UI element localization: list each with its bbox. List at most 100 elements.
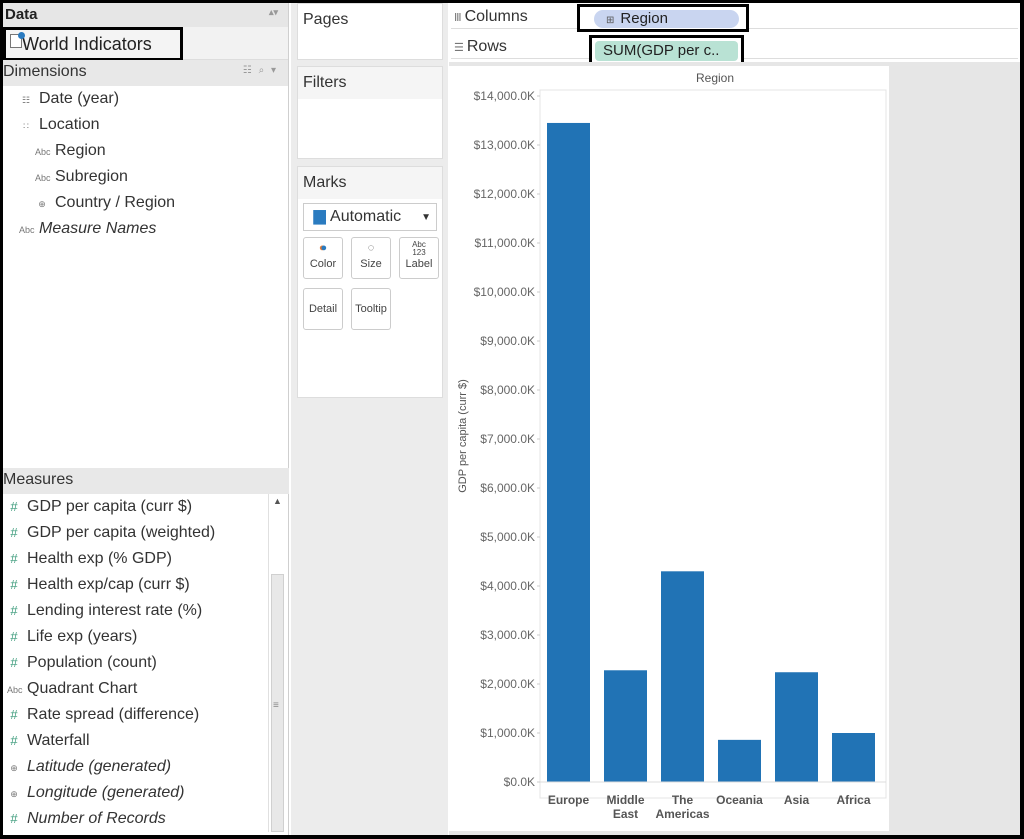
x-tick-label: The [672,793,694,807]
y-tick-label: $7,000.0K [480,432,535,446]
size-icon: ◌ [367,242,375,254]
measure-item[interactable]: # Rate spread (difference) [3,702,265,728]
measure-item[interactable]: # Life exp (years) [3,624,265,650]
measure-item[interactable]: # Health exp (% GDP) [3,546,265,572]
marks-title: Marks [298,167,442,199]
label-button[interactable]: Abc 123 Label [399,237,439,279]
number-icon: # [10,551,18,566]
measure-label: Waterfall [27,732,90,749]
globe-icon: ⊕ [10,789,18,799]
measure-item[interactable]: # Number of Records [3,806,265,832]
chart-container: Region $0.0K $1,000.0K $2,000.0K $3,000.0K $… [449,66,889,831]
cards-column: Pages Filters Marks ▐█ Automatic ▼ ●● Col… [291,3,448,835]
bar-middle-east[interactable] [604,670,647,782]
gdp-pill-label: SUM(GDP per c.. [603,42,720,59]
number-icon: # [10,499,18,514]
y-tick-label: $4,000.0K [480,579,535,593]
x-tick-label: Middle [607,793,645,807]
dimensions-list: ☷ Date (year) ∷ Location Abc Region Abc Subregi… [3,86,288,458]
measure-label: Quadrant Chart [27,680,138,697]
number-icon: # [10,603,18,618]
dimension-label: Location [39,116,100,133]
number-icon: # [10,707,18,722]
measure-label: Population (count) [27,654,157,671]
dimension-item[interactable]: ⊕ Country / Region [3,190,288,216]
y-tick-label: $5,000.0K [480,530,535,544]
measure-item[interactable]: Abc Quadrant Chart [3,676,265,702]
x-tick-label: East [613,807,638,821]
dimension-label: Subregion [55,168,128,185]
measure-label: GDP per capita (weighted) [27,524,216,541]
dimension-label: Region [55,142,106,159]
view-cards-icon[interactable]: ☷ [243,65,254,76]
columns-label-text: Columns [464,8,528,25]
data-source[interactable]: World Indicators [3,27,288,61]
data-pane-title: Data [5,6,38,23]
columns-shelf-label: Ⅲ Columns [454,8,528,26]
filters-title: Filters [298,67,442,99]
data-pane: Data ▴▾ World Indicators Dimensions ☷ ⌕ … [3,3,289,835]
label-label: Label [405,258,433,270]
y-tick-label: $1,000.0K [480,726,535,740]
scrollbar-grip-icon: ≡ [273,700,279,711]
dimension-item[interactable]: ☷ Date (year) [3,86,288,112]
x-tick-label: Oceania [716,793,763,807]
region-pill-label: Region [620,10,668,27]
data-source-highlight[interactable]: World Indicators [3,27,183,61]
chevron-down-icon[interactable]: ▾ [271,65,278,76]
dimensions-tools[interactable]: ☷ ⌕ ▾ [243,65,278,76]
pages-card[interactable]: Pages [297,3,443,60]
abc-icon: Abc [7,685,23,695]
y-tick-label: $0.0K [504,775,535,789]
y-tick-label: $10,000.0K [474,285,535,299]
database-icon [10,32,25,48]
dimension-label: Date (year) [39,90,120,107]
bar-chart-icon: ▐█ [309,210,327,224]
dimensions-title: Dimensions [3,63,87,80]
dimension-item[interactable]: Abc Subregion [3,164,288,190]
detail-button[interactable]: Detail [303,288,343,330]
bar-europe[interactable] [547,122,590,782]
x-tick-label: Asia [784,793,810,807]
mark-type-dropdown[interactable]: ▐█ Automatic ▼ [303,203,437,231]
dimension-item[interactable]: ∷ Location [3,112,288,138]
color-button[interactable]: ●● Color [303,237,343,279]
measure-label: GDP per capita (curr $) [27,498,193,515]
sort-icon[interactable]: ▴▾ [269,7,278,18]
columns-pill-highlight: ⊞ Region [577,4,749,32]
measure-item[interactable]: # Population (count) [3,650,265,676]
expand-icon[interactable]: ⊞ [606,15,614,26]
bar-the-americas[interactable] [661,571,704,782]
tooltip-button[interactable]: Tooltip [351,288,391,330]
bar-chart: Region $0.0K $1,000.0K $2,000.0K $3,000.0K $… [457,71,887,821]
x-tick-label: Americas [655,807,709,821]
x-tick-label: Africa [836,793,870,807]
measure-item[interactable]: ⊕ Latitude (generated) [3,754,265,780]
gdp-pill[interactable]: SUM(GDP per c.. [595,41,738,61]
measure-item[interactable]: # Waterfall [3,728,265,754]
bar-africa[interactable] [832,733,875,782]
measure-item[interactable]: # Health exp/cap (curr $) [3,572,265,598]
bar-asia[interactable] [775,672,818,782]
number-icon: # [10,629,18,644]
globe-icon: ⊕ [10,763,18,773]
measures-scrollbar[interactable]: ▲ ≡ [268,494,286,832]
color-label: Color [309,258,337,270]
pages-title: Pages [298,4,442,36]
region-pill[interactable]: ⊞ Region [594,10,739,28]
measure-item[interactable]: # Lending interest rate (%) [3,598,265,624]
scroll-up-icon[interactable]: ▲ [273,496,282,506]
measures-header: Measures [3,468,289,494]
measure-item[interactable]: # GDP per capita (curr $) [3,494,265,520]
search-icon[interactable]: ⌕ [259,65,267,76]
bar-oceania[interactable] [718,739,761,782]
measure-item[interactable]: ⊕ Longitude (generated) [3,780,265,806]
y-tick-label: $12,000.0K [474,187,535,201]
size-button[interactable]: ◌ Size [351,237,391,279]
measure-item[interactable]: # GDP per capita (weighted) [3,520,265,546]
filters-card[interactable]: Filters [297,66,443,159]
dimension-item[interactable]: Abc Measure Names [3,216,288,242]
column-header-region: Region [696,71,734,85]
dimension-item[interactable]: Abc Region [3,138,288,164]
mark-type-value: Automatic [330,208,402,225]
